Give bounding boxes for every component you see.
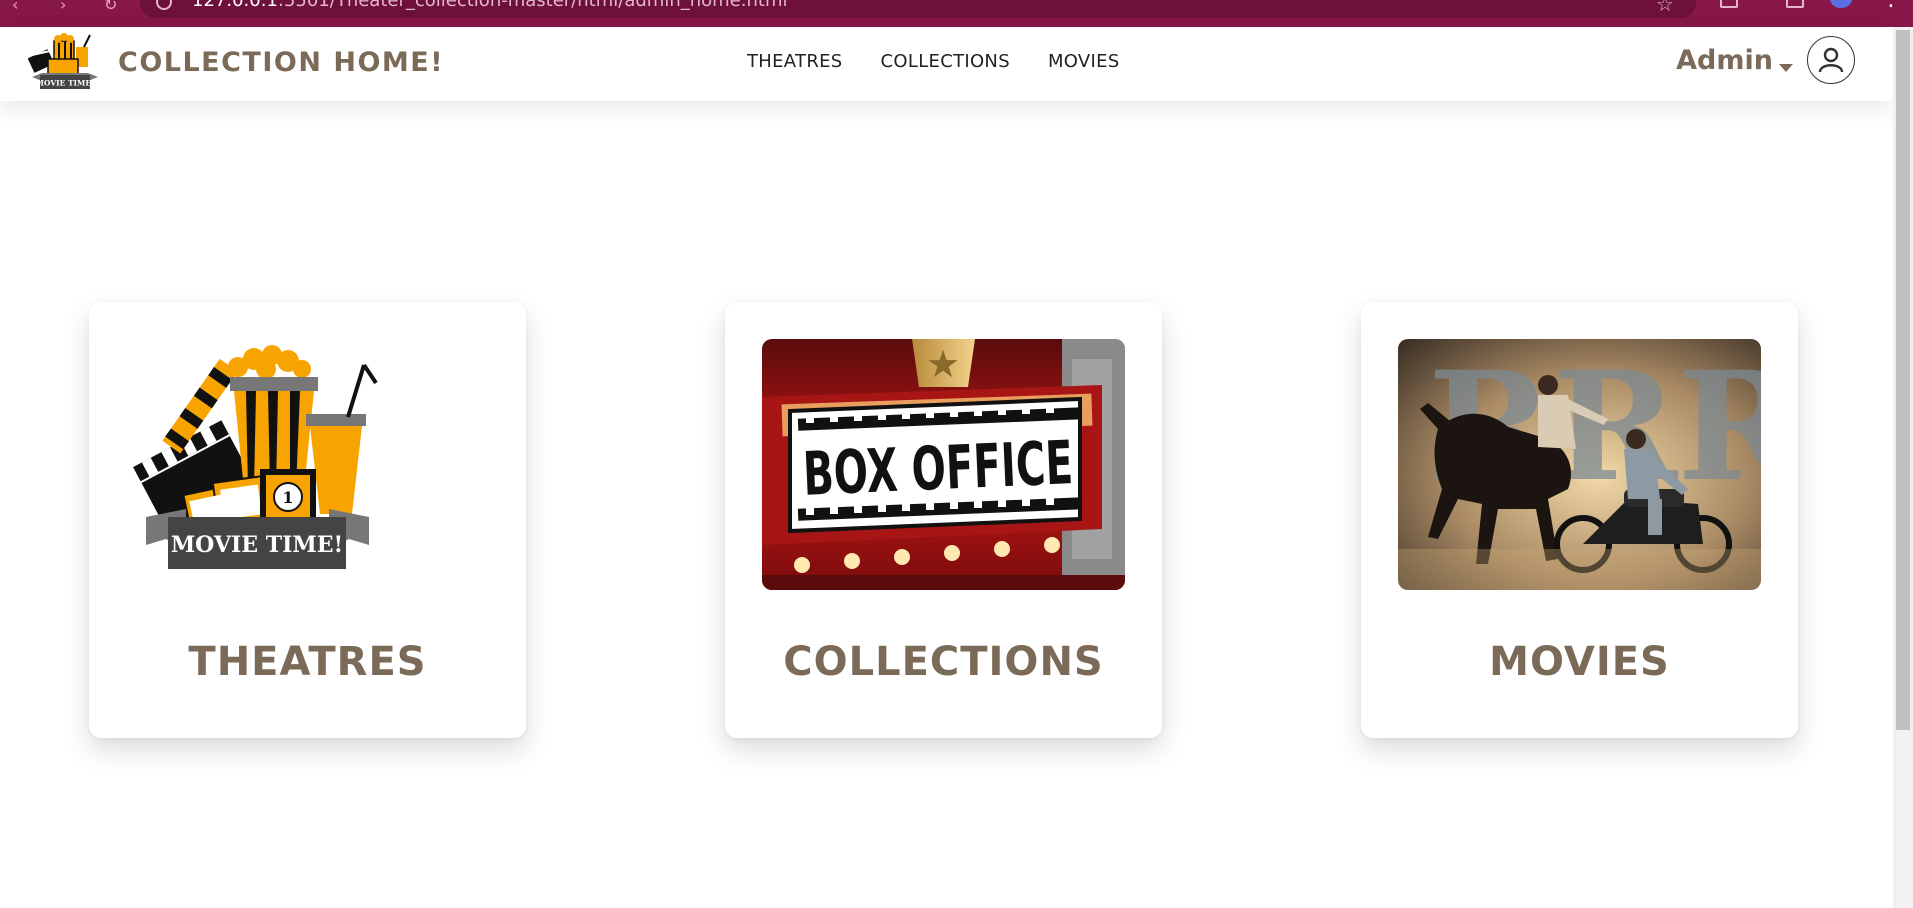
theatres-card-image: 1 MOVIE TIME! [126,339,489,590]
profile-icon[interactable] [1830,0,1852,8]
card-movies[interactable]: RRR MOVIES [1361,302,1798,738]
collections-card-image: ★ BOX OFFICE [762,339,1125,590]
reload-icon[interactable]: ↻ [104,0,117,13]
brand-title[interactable]: COLLECTION HOME! [118,47,444,78]
brand-logo-icon[interactable]: MOVIE TIME! [27,33,102,91]
card-title-theatres[interactable]: THEATRES [89,639,526,685]
theatres-logo-caption: MOVIE TIME! [171,532,343,558]
brand-logo-text: MOVIE TIME! [36,79,95,88]
admin-dropdown-toggle[interactable]: Admin [1676,45,1793,76]
admin-label: Admin [1676,44,1773,76]
url-host: 127.0.0.1 [192,0,278,11]
nav-link-collections[interactable]: COLLECTIONS [881,51,1010,72]
card-title-collections[interactable]: COLLECTIONS [725,639,1162,685]
card-collections[interactable]: ★ BOX OFFICE COLLECTIONS [725,302,1162,738]
user-circle-icon[interactable] [1807,36,1855,84]
top-navbar: MOVIE TIME! COLLECTION HOME! THEATRES CO… [0,27,1893,101]
brand[interactable]: MOVIE TIME! COLLECTION HOME! [27,33,444,91]
caret-down-icon [1779,63,1793,72]
url-path: :5501/Theater_collection-master/html/adm… [277,0,788,11]
browser-toolbar: ‹ › ↻ 127.0.0.1:5501/Theater_collection-… [0,0,1913,27]
movies-card-image: RRR [1398,339,1761,590]
extensions-icon[interactable] [1786,0,1804,8]
address-bar-url[interactable]: 127.0.0.1:5501/Theater_collection-master… [192,0,787,11]
download-icon[interactable] [1720,0,1738,8]
user-menu: Admin [1676,36,1855,84]
scrollbar-thumb[interactable] [1896,30,1910,730]
svg-text:★: ★ [926,342,960,386]
browser-menu-icon[interactable]: ⋮ [1880,0,1902,11]
bookmark-star-icon[interactable]: ☆ [1656,0,1674,16]
back-icon[interactable]: ‹ [12,0,18,13]
forward-icon[interactable]: › [60,0,66,13]
nav-link-movies[interactable]: MOVIES [1048,51,1120,72]
card-title-movies[interactable]: MOVIES [1361,639,1798,685]
nav-links: THEATRES COLLECTIONS MOVIES [747,51,1120,72]
box-office-text: BOX OFFICE [802,428,1075,510]
card-theatres[interactable]: 1 MOVIE TIME! THEATRES [89,302,526,738]
nav-link-theatres[interactable]: THEATRES [747,51,843,72]
svg-text:1: 1 [282,488,293,507]
